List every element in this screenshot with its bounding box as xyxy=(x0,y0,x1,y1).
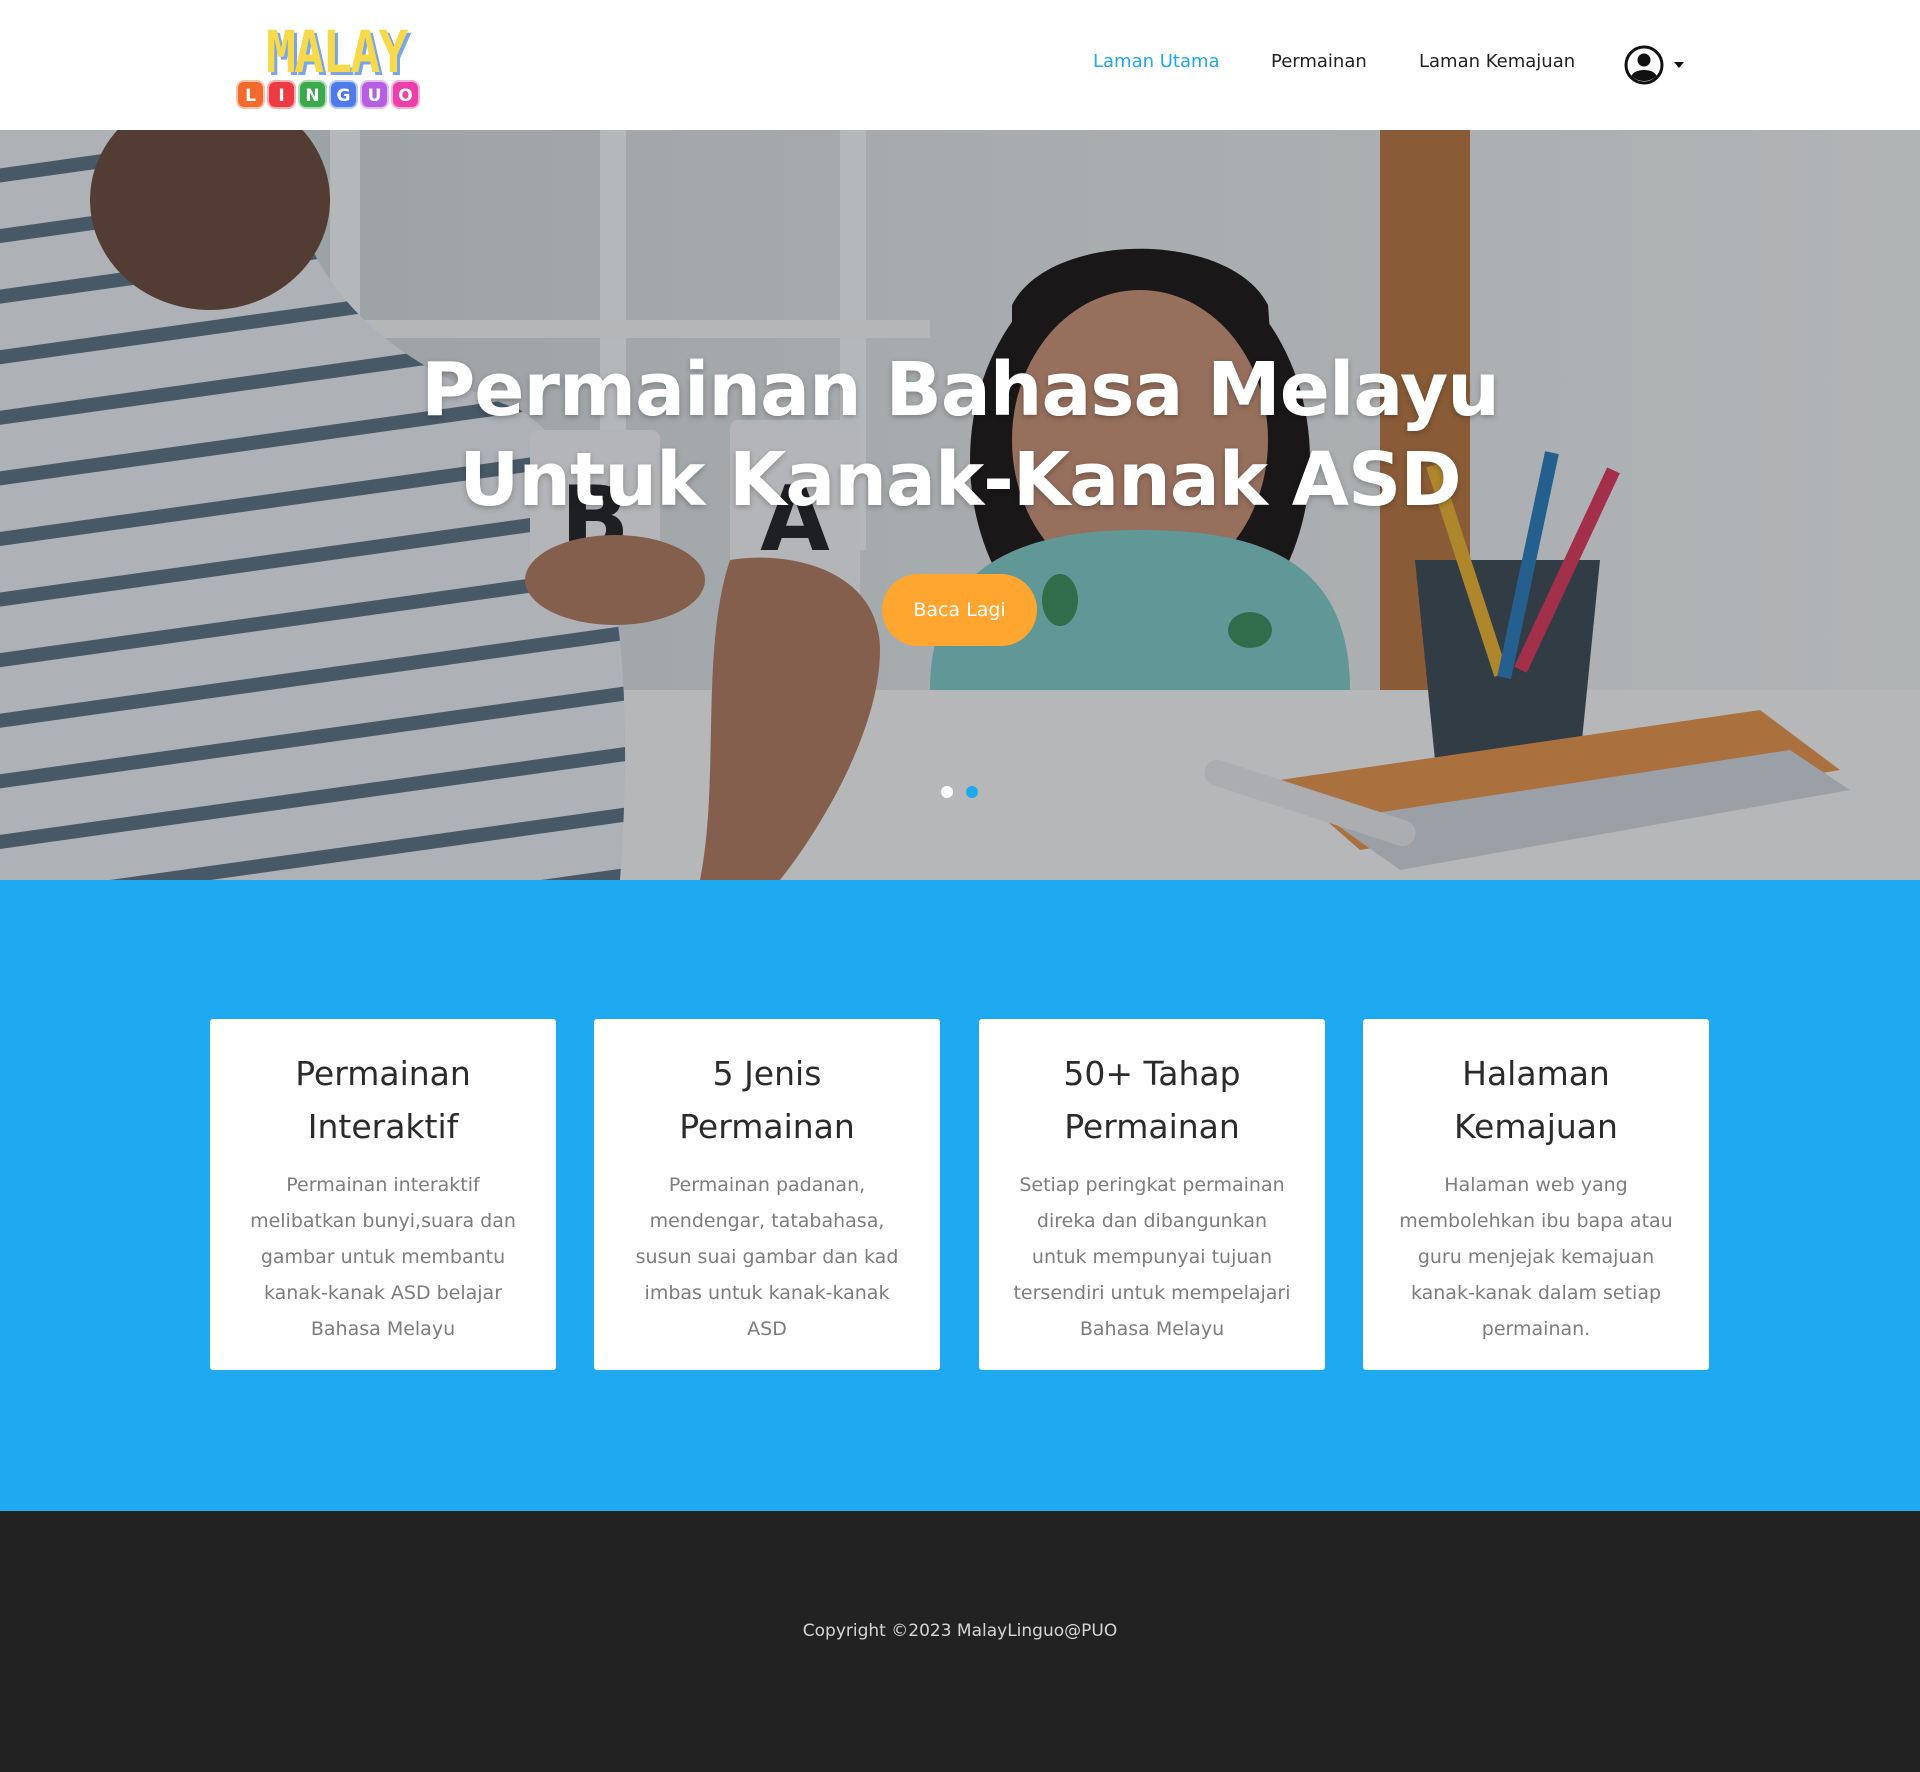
user-menu-toggle[interactable] xyxy=(1624,45,1688,85)
site-header: MALAY L I N G U O Laman Utama Permainan … xyxy=(0,0,1920,130)
read-more-button[interactable]: Baca Lagi xyxy=(882,574,1037,646)
copyright-text: Copyright ©2023 MalayLinguo@PUO xyxy=(802,1621,1118,1641)
feature-card-title: 5 Jenis Permainan xyxy=(679,1054,855,1146)
features-section: Permainan Interaktif Permainan interakti… xyxy=(0,880,1920,1511)
nav-link-laman-utama[interactable]: Laman Utama xyxy=(1093,51,1220,73)
feature-card-text: Permainan interaktif melibatkan bunyi,su… xyxy=(250,1174,516,1340)
malaylinguo-logo[interactable]: MALAY L I N G U O xyxy=(236,20,426,115)
nav-link-laman-kemajuan[interactable]: Laman Kemajuan xyxy=(1419,51,1575,73)
caret-down-icon xyxy=(1674,62,1684,68)
feature-card-title: 50+ Tahap Permainan xyxy=(1063,1054,1241,1146)
logo-tile: L xyxy=(236,80,265,109)
feature-card-game-levels: 50+ Tahap Permainan Setiap peringkat per… xyxy=(979,1019,1325,1370)
logo-tile: N xyxy=(298,80,327,109)
feature-card-text: Setiap peringkat permainan direka dan di… xyxy=(1013,1174,1291,1340)
carousel-indicator-1[interactable] xyxy=(941,786,953,798)
feature-card-game-types: 5 Jenis Permainan Permainan padanan, men… xyxy=(594,1019,940,1370)
logo-tile: G xyxy=(329,80,358,109)
hero-carousel: B A Permainan Bahasa Melayu Untuk Kanak-… xyxy=(0,130,1920,880)
logo-letter-tiles: L I N G U O xyxy=(236,80,420,109)
user-circle-icon xyxy=(1624,45,1664,85)
feature-card-progress-page: Halaman Kemajuan Halaman web yang membol… xyxy=(1363,1019,1709,1370)
logo-tile: U xyxy=(360,80,389,109)
logo-tile: I xyxy=(267,80,296,109)
logo-tile: O xyxy=(391,80,420,109)
nav-link-permainan[interactable]: Permainan xyxy=(1271,51,1367,73)
carousel-indicator-2-active[interactable] xyxy=(966,786,978,798)
feature-card-text: Permainan padanan, mendengar, tatabahasa… xyxy=(635,1174,899,1340)
hero-title-line-1: Permainan Bahasa Melayu xyxy=(421,347,1500,433)
site-footer: Copyright ©2023 MalayLinguo@PUO xyxy=(0,1511,1920,1772)
feature-card-interactive-games: Permainan Interaktif Permainan interakti… xyxy=(210,1019,556,1370)
feature-card-title: Halaman Kemajuan xyxy=(1454,1054,1618,1146)
hero-title: Permainan Bahasa Melayu Untuk Kanak-Kana… xyxy=(360,345,1560,525)
hero-title-line-2: Untuk Kanak-Kanak ASD xyxy=(459,437,1461,523)
logo-wordmark-malay: MALAY xyxy=(266,18,409,86)
feature-card-text: Halaman web yang membolehkan ibu bapa at… xyxy=(1399,1174,1673,1340)
feature-card-title: Permainan Interaktif xyxy=(295,1054,471,1146)
